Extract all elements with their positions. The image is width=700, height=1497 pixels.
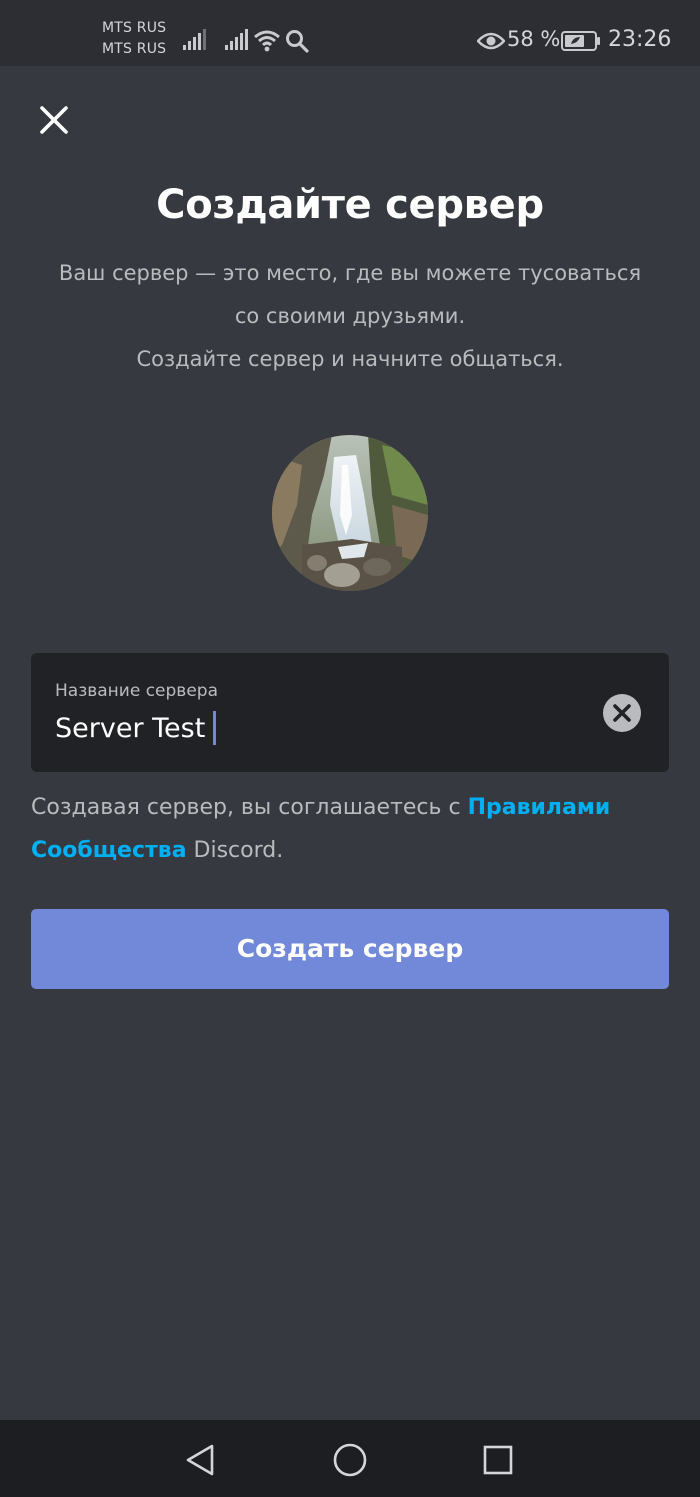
- back-triangle-icon: [186, 1444, 214, 1476]
- home-button[interactable]: [330, 1440, 370, 1480]
- terms-prefix: Создавая сервер, вы соглашаетесь с: [31, 795, 468, 820]
- text-caret: [213, 711, 217, 745]
- subtitle-line: Ваш сервер — это место, где вы можете ту…: [58, 261, 642, 285]
- close-icon: [40, 106, 68, 134]
- navigation-bar: [0, 1420, 700, 1497]
- battery-icon: [561, 31, 601, 51]
- server-icon-upload[interactable]: [272, 435, 428, 591]
- server-icon-image: [272, 435, 428, 591]
- close-button[interactable]: [34, 100, 74, 140]
- carrier-label: MTS RUS: [102, 41, 167, 57]
- server-name-value: Server Test: [55, 712, 206, 744]
- signal-icon: [182, 29, 206, 51]
- signal-icon: [224, 29, 248, 51]
- search-icon: [285, 29, 309, 53]
- create-server-screen: MTS RUS MTS RUS 58 % 23:26 Создайте серв…: [0, 0, 700, 1497]
- clear-icon: [603, 694, 641, 732]
- terms-text: Создавая сервер, вы соглашаетесь с Прави…: [31, 786, 671, 872]
- create-server-button[interactable]: Создать сервер: [31, 909, 669, 989]
- carrier-labels: MTS RUS MTS RUS: [102, 18, 166, 60]
- carrier-label: MTS RUS: [102, 20, 167, 36]
- subtitle-line: со своими друзьями.: [234, 304, 466, 328]
- wifi-icon: [253, 28, 281, 52]
- terms-suffix: Discord.: [186, 838, 284, 863]
- page-title: Создайте сервер: [156, 182, 544, 228]
- status-bar: MTS RUS MTS RUS 58 % 23:26: [0, 0, 700, 66]
- battery-percent: 58 %: [507, 27, 561, 51]
- page-subtitle: Ваш сервер — это место, где вы можете ту…: [20, 252, 680, 381]
- clear-input-button[interactable]: [602, 693, 642, 733]
- eye-icon: [477, 31, 505, 51]
- server-name-label: Название сервера: [55, 681, 218, 701]
- home-circle-icon: [333, 1443, 367, 1477]
- server-name-field[interactable]: Название сервера Server Test: [31, 653, 669, 772]
- recents-button[interactable]: [478, 1440, 518, 1480]
- recents-square-icon: [483, 1445, 513, 1475]
- clock: 23:26: [608, 27, 672, 52]
- server-name-input[interactable]: Server Test: [55, 711, 217, 745]
- subtitle-line: Создайте сервер и начните общаться.: [136, 347, 564, 371]
- back-button[interactable]: [180, 1440, 220, 1480]
